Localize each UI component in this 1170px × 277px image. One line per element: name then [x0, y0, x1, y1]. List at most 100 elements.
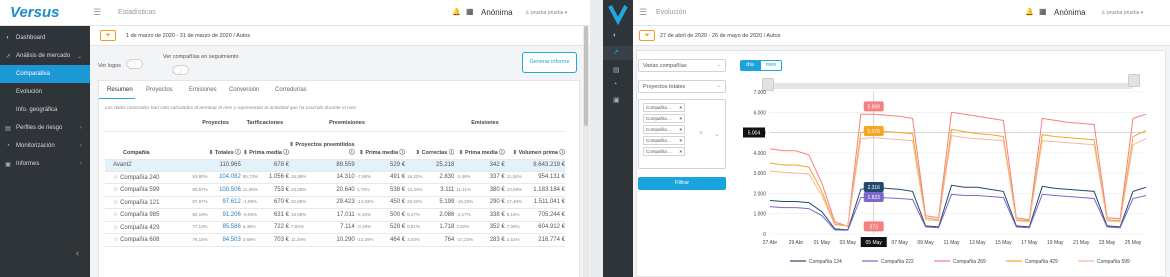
cell-value: 1.511.041 € [533, 199, 565, 206]
clear-icon[interactable]: × [699, 130, 703, 137]
table-row[interactable]: ☆ Compañía 240 93,80% 104.082 55,73% 1.056 €… [105, 171, 565, 184]
cell-value: 5.199 [439, 199, 455, 206]
cell-value: 104.082 [219, 174, 241, 181]
col-header-prima-media-1[interactable]: ⇕ Prima media ⓘ [240, 131, 289, 160]
period-tab-dia[interactable]: día [740, 60, 760, 71]
col-header-compania[interactable]: Compañía [105, 131, 191, 160]
chart-nav-item[interactable]: ↗ [603, 46, 633, 60]
report-icon[interactable]: ▣ [613, 96, 620, 104]
chevron-down-icon[interactable]: ⌄ [714, 130, 720, 138]
table-cell: 77,13% 85.586 [190, 221, 241, 234]
collapse-sidebar-icon[interactable]: ‹ [76, 248, 79, 258]
cell-variation: 87,97% [192, 199, 208, 205]
companies-select[interactable]: Varias compañías ⌄ [638, 59, 726, 72]
tab-conversion[interactable]: Conversión [229, 87, 259, 93]
remove-tag-icon[interactable]: × [679, 138, 682, 143]
tab-proyectos[interactable]: Proyectos [146, 87, 173, 93]
tab-emisiones[interactable]: Emisiones [189, 87, 217, 93]
sidebar-item-monitorizacion[interactable]: ◔ Monitorización ‹ [0, 137, 90, 155]
star-icon[interactable]: ☆ [113, 187, 118, 193]
remove-tag-icon[interactable]: × [679, 116, 682, 121]
table-row[interactable]: ☆ Compañía 429 77,13% 85.586 6,48% 722 €7,94… [105, 221, 565, 234]
scrollbar-thumb[interactable] [584, 26, 588, 126]
sidebar-item-comparativa[interactable]: Comparativa [0, 65, 90, 83]
scrollbar[interactable] [583, 26, 589, 277]
period-tab-mes[interactable]: mes [760, 60, 782, 71]
sidebar-item-perfiles[interactable]: ▤ Perfiles de riesgo ‹ [0, 119, 90, 137]
table-row-avant[interactable]: Avant2 110.965 678 € 89.559 529 € 25.218… [105, 159, 565, 172]
tab-resumen[interactable]: Resumen [107, 87, 133, 93]
metric-select[interactable]: Proyectos totales ⌄ [638, 80, 726, 93]
col-header-correctas[interactable]: ⇕ Correctas ⓘ [405, 131, 455, 160]
sidebar-item-label: Dashboard [16, 35, 46, 41]
cell-value: 703 € [273, 236, 289, 243]
cell-variation: 82,19% [192, 211, 208, 217]
col-header-label: Prima media [464, 149, 498, 156]
cell-variation: -15,20% [456, 199, 474, 205]
monitor-icon[interactable]: ◔ [613, 81, 617, 88]
user-menu[interactable]: ♙ prueba prueba ▾ [1101, 10, 1143, 16]
bell-icon[interactable]: 🔔 [1025, 8, 1034, 16]
company-tag[interactable]: Compañía ... × [643, 125, 685, 134]
col-header-prima-media-2[interactable]: ⇕ Prima media ⓘ [354, 131, 406, 160]
remove-tag-icon[interactable]: × [679, 127, 682, 132]
cell-value: 753 € [273, 186, 289, 193]
company-tag[interactable]: Compañía ... × [643, 147, 685, 156]
sidebar-item-label: Evolución [16, 89, 43, 95]
cell-variation: 8,16% [506, 211, 520, 217]
star-icon[interactable]: ☆ [113, 225, 118, 231]
sidebar-item-info-geografica[interactable]: Info. geográfica [0, 101, 90, 119]
tab-label: Corredurías [275, 87, 307, 93]
remove-tag-icon[interactable]: × [679, 149, 682, 154]
cell-value: 290 € [489, 199, 505, 206]
tab-resumen-underline [99, 98, 135, 99]
company-tag[interactable]: Compañía ... × [643, 114, 685, 123]
tab-corredurias[interactable]: Corredurías [275, 87, 307, 93]
table-row[interactable]: ☆ Compañía 599 90,57% 100.506 11,06% 753 €23… [105, 183, 565, 197]
menu-icon[interactable]: ☰ [93, 7, 101, 18]
table-cell: 32,85% 29.423 [288, 196, 355, 209]
company-tag[interactable]: Compañía ... × [643, 103, 685, 112]
cell-value: 85.586 [222, 224, 241, 231]
col-header-totales[interactable]: ⇕ Totales ⓘ [190, 131, 241, 160]
star-icon[interactable]: ☆ [113, 212, 118, 218]
toggle-logos[interactable] [126, 59, 143, 69]
sidebar-item-analisis[interactable]: ↗ Análisis de mercado ⌄ [0, 47, 90, 65]
menu-icon[interactable]: ☰ [639, 7, 647, 18]
filter-button[interactable]: ⏷ [639, 30, 655, 41]
star-icon[interactable]: ☆ [113, 175, 118, 181]
logo-mark[interactable] [603, 0, 633, 26]
col-header-prima-media-3[interactable]: ⇕ Prima media ⓘ [454, 131, 505, 160]
table-row[interactable]: ☆ Compañía 121 87,97% 97.612 -1,98% 670 €32,… [105, 196, 565, 209]
risk-icon[interactable]: ▤ [613, 66, 620, 74]
evolution-line-chart[interactable]: 01.0002.0003.0004.0005.0006.0007.00027 A… [734, 86, 1152, 276]
generate-report-button[interactable]: Generar informe [522, 52, 577, 73]
logo[interactable]: Versus [10, 4, 59, 21]
bell-icon[interactable]: 🔔 [452, 8, 461, 16]
company-tag[interactable]: Compañía ... × [643, 136, 685, 145]
dashboard-icon[interactable]: ◐ [613, 32, 617, 39]
value-marker-label: 5.899 [867, 104, 880, 110]
table-row[interactable]: ☆ Compañía 608 76,15% 84.503 3,69% 703 €11,4… [105, 233, 565, 247]
table-cell: 11,11% 380 € [454, 183, 505, 197]
col-header-volumen[interactable]: ⇕ Volumen prima ⓘ [504, 131, 565, 160]
sidebar-item-dashboard[interactable]: ◐ Dashboard [0, 29, 90, 47]
cell-variation: 6,48% [242, 224, 256, 230]
company-cell: ☆ Compañía 121 [105, 196, 191, 209]
user-menu[interactable]: ♙ prueba prueba ▾ [525, 10, 567, 16]
star-icon[interactable]: ☆ [113, 237, 118, 243]
filter-submit-button[interactable]: Filtrar [638, 177, 726, 190]
col-header-preemitidos[interactable]: ⇕ Proyectos preemitidos ⓘ [288, 131, 355, 160]
table-row[interactable]: ☆ Compañía 985 82,19% 91.206 -6,93% 631 €18,… [105, 208, 565, 222]
sidebar-item-informes[interactable]: ▣ Informes ‹ [0, 155, 90, 173]
star-icon[interactable]: ☆ [113, 200, 118, 206]
date-range: 27 de abril de 2020 - 26 de mayo de 2020… [660, 33, 781, 39]
cell-variation: -1,98% [242, 199, 258, 205]
cell-value: 91.206 [222, 211, 241, 218]
cell-variation: 2,51% [506, 236, 520, 242]
sidebar-item-evolucion[interactable]: Evolución [0, 83, 90, 101]
filter-button[interactable]: ⏷ [100, 30, 116, 41]
remove-tag-icon[interactable]: × [679, 105, 682, 110]
crosshair-y-value: 5.004 [748, 130, 761, 136]
toggle-seguimiento[interactable] [172, 65, 189, 75]
